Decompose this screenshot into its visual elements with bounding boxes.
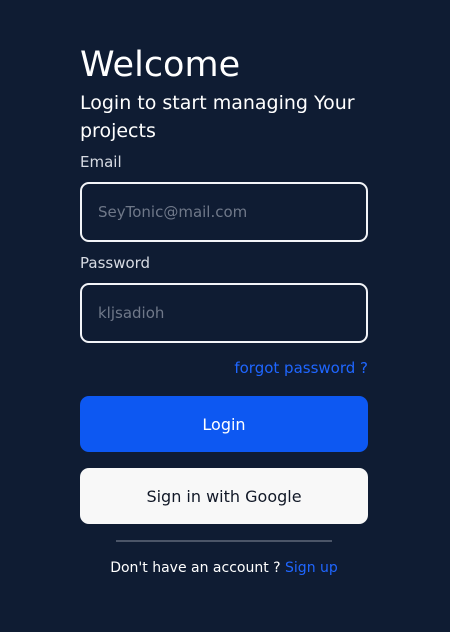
login-page: { "header": { "title": "Welcome", "subti… <box>0 0 450 632</box>
sign-up-link[interactable]: Sign up <box>285 560 338 576</box>
password-field[interactable] <box>80 283 368 343</box>
signup-line: Don't have an account ? Sign up <box>80 558 368 578</box>
page-title: Welcome <box>80 45 241 86</box>
account-prompt: Don't have an account ? <box>110 560 281 576</box>
email-label: Email <box>80 153 122 171</box>
divider <box>116 540 332 542</box>
password-label: Password <box>80 254 151 272</box>
login-button[interactable]: Login <box>80 396 368 452</box>
google-sign-in-button[interactable]: Sign in with Google <box>80 468 368 524</box>
email-field[interactable] <box>80 182 368 242</box>
page-subtitle: Login to start managing Your projects <box>80 92 355 142</box>
forgot-password-link[interactable]: forgot password ? <box>234 358 368 378</box>
